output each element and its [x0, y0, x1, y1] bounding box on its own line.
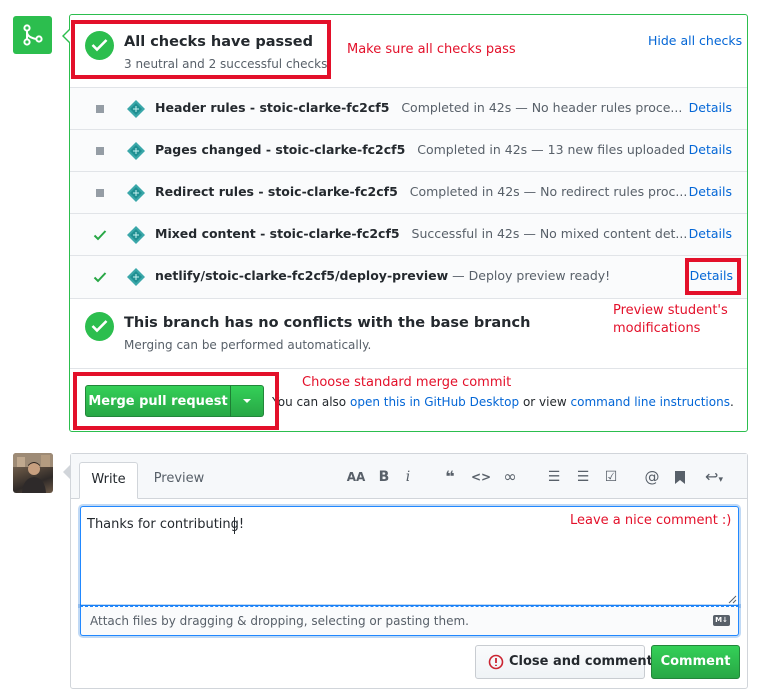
bookmark-icon[interactable] — [671, 467, 689, 487]
neutral-status-icon — [96, 147, 104, 155]
check-row: Pages changed - stoic-clarke-fc2cf5 Comp… — [70, 130, 747, 172]
quote-icon[interactable]: ❝ — [441, 467, 459, 487]
code-icon[interactable]: <> — [471, 467, 491, 487]
hide-all-checks-link[interactable]: Hide all checks — [648, 33, 742, 48]
checks-list: Header rules - stoic-clarke-fc2cf5 Compl… — [70, 87, 747, 299]
attach-files-hint: Attach files by dragging & dropping, sel… — [90, 614, 469, 628]
merge-highlight-box — [73, 372, 279, 430]
annotation-checks: Make sure all checks pass — [347, 42, 516, 57]
link-icon[interactable]: ∞ — [500, 467, 520, 487]
alt-middle: or view — [522, 395, 567, 409]
check-icon — [93, 230, 107, 241]
alt-prefix: You can also — [272, 395, 347, 409]
check-details-link[interactable]: Details — [689, 99, 732, 117]
neutral-status-icon — [96, 105, 104, 113]
check-description: — Deploy preview ready! — [452, 268, 611, 283]
tab-preview[interactable]: Preview — [148, 462, 210, 498]
annotation-preview-line1: Preview student's — [613, 303, 728, 318]
netlify-icon — [127, 142, 145, 160]
check-description: Successful in 42s — No mixed content det… — [411, 226, 688, 241]
text-cursor — [234, 517, 235, 534]
header-text-icon[interactable]: AA — [345, 467, 367, 487]
reply-arrow-icon: ↩ — [705, 467, 719, 486]
divider — [70, 368, 747, 369]
details-highlight-box — [685, 258, 741, 295]
resize-handle-icon[interactable] — [727, 593, 737, 604]
checks-highlight-box — [71, 20, 331, 79]
numbered-list-icon[interactable]: ☰ — [574, 467, 592, 487]
mention-icon[interactable]: @ — [643, 467, 661, 487]
check-description: Completed in 42s — 13 new files uploaded — [417, 142, 686, 157]
open-in-desktop-link[interactable]: open this in GitHub Desktop — [350, 395, 519, 409]
comment-button[interactable]: Comment — [651, 645, 740, 679]
no-conflicts-icon — [85, 312, 114, 341]
markdown-icon[interactable]: M↓ — [713, 615, 730, 626]
task-list-icon[interactable]: ☑ — [601, 467, 621, 487]
italic-icon[interactable]: i — [402, 467, 414, 487]
command-line-instructions-link[interactable]: command line instructions — [571, 395, 730, 409]
tab-write[interactable]: Write — [79, 462, 138, 499]
alt-suffix: . — [729, 395, 734, 409]
merge-alternatives: You can also open this in GitHub Desktop… — [272, 395, 734, 409]
check-name: Redirect rules - stoic-clarke-fc2cf5 — [155, 184, 398, 199]
netlify-icon — [127, 184, 145, 202]
netlify-icon — [127, 268, 145, 286]
check-description: Completed in 42s — No header rules proce… — [401, 100, 683, 115]
check-details-link[interactable]: Details — [689, 225, 732, 243]
comment-text: Thanks for contributing! — [87, 517, 245, 532]
netlify-icon — [127, 226, 145, 244]
issue-closed-icon — [488, 654, 504, 670]
check-name: Pages changed - stoic-clarke-fc2cf5 — [155, 142, 406, 157]
check-row: Redirect rules - stoic-clarke-fc2cf5 Com… — [70, 172, 747, 214]
no-conflicts-title: This branch has no conflicts with the ba… — [124, 315, 531, 331]
close-and-comment-label: Close and comment — [509, 654, 653, 669]
check-row: Mixed content - stoic-clarke-fc2cf5 Succ… — [70, 214, 747, 256]
check-description: Completed in 42s — No redirect rules pro… — [409, 184, 688, 199]
netlify-icon — [127, 100, 145, 118]
avatar[interactable] — [13, 453, 53, 493]
check-name: Header rules - stoic-clarke-fc2cf5 — [155, 100, 390, 115]
reply-icon[interactable]: ↩▾ — [699, 467, 729, 487]
check-details-link[interactable]: Details — [689, 183, 732, 201]
check-row: netlify/stoic-clarke-fc2cf5/deploy-previ… — [70, 256, 747, 298]
chevron-down-icon: ▾ — [718, 475, 723, 485]
annotation-preview-line2: modifications — [613, 321, 701, 336]
annotation-comment: Leave a nice comment :) — [570, 513, 732, 528]
bulleted-list-icon[interactable]: ☰ — [545, 467, 563, 487]
close-and-comment-button[interactable]: Close and comment — [475, 645, 653, 679]
neutral-status-icon — [96, 189, 104, 197]
check-name: netlify/stoic-clarke-fc2cf5/deploy-previ… — [155, 268, 449, 283]
check-details-link[interactable]: Details — [689, 141, 732, 159]
annotation-merge: Choose standard merge commit — [302, 375, 512, 390]
bold-icon[interactable]: B — [377, 467, 391, 487]
check-name: Mixed content - stoic-clarke-fc2cf5 — [155, 226, 400, 241]
check-icon — [93, 272, 107, 283]
no-conflicts-subtitle: Merging can be performed automatically. — [124, 338, 372, 352]
git-merge-icon — [13, 16, 52, 54]
check-row: Header rules - stoic-clarke-fc2cf5 Compl… — [70, 88, 747, 130]
